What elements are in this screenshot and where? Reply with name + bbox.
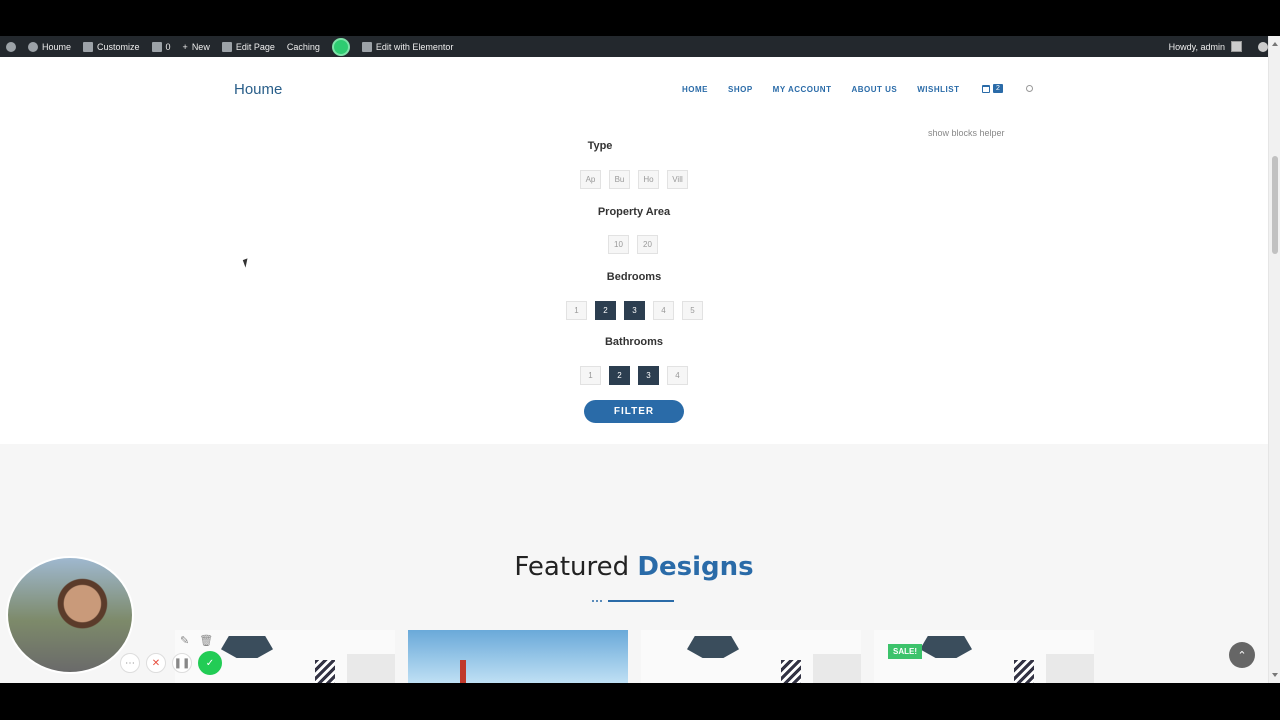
wordpress-logo-button[interactable]	[0, 36, 22, 57]
type-option[interactable]: Vill	[667, 170, 688, 189]
filter-button[interactable]: FILTER	[584, 400, 684, 423]
site-name-link[interactable]: Houme	[22, 36, 77, 57]
wp-admin-bar: Houme Customize 0 + New Edit Page Caching…	[0, 36, 1280, 57]
brush-icon	[83, 41, 94, 52]
browser-viewport: Houme Customize 0 + New Edit Page Caching…	[0, 36, 1280, 683]
caching-link[interactable]: Caching	[281, 36, 326, 57]
avatar[interactable]	[1231, 41, 1242, 52]
product-card[interactable]	[641, 630, 861, 683]
finish-recording-icon[interactable]: ✓	[198, 651, 222, 675]
bathroom-option-selected[interactable]: 2	[609, 366, 630, 385]
plugin-status-icon[interactable]	[331, 37, 350, 56]
elementor-icon	[361, 41, 372, 52]
bathroom-option[interactable]: 4	[667, 366, 688, 385]
scroll-down-arrow-icon[interactable]	[1272, 673, 1278, 677]
bathroom-option[interactable]: 1	[580, 366, 601, 385]
customize-link[interactable]: Customize	[77, 36, 146, 57]
area-options: 10 20	[608, 235, 658, 254]
edit-elementor-link[interactable]: Edit with Elementor	[356, 36, 460, 57]
wordpress-icon	[6, 41, 16, 52]
howdy-admin-link[interactable]: Howdy, admin	[1169, 42, 1225, 52]
featured-section: Featured Designs SALE!	[0, 444, 1268, 683]
nav-item-wishlist[interactable]: WISHLIST	[917, 85, 959, 94]
bedroom-options: 1 2 3 4 5	[566, 301, 703, 320]
product-card[interactable]: SALE!	[874, 630, 1094, 683]
recorder-tools: ✎ 🗑	[180, 634, 213, 647]
featured-title: Featured Designs	[0, 552, 1268, 582]
trash-icon[interactable]: 🗑	[199, 634, 213, 647]
comment-icon	[151, 41, 162, 52]
more-options-icon[interactable]: ⋯	[120, 653, 140, 673]
caching-label: Caching	[286, 41, 320, 52]
edit-elementor-label: Edit with Elementor	[375, 41, 454, 52]
bathroom-option-selected[interactable]: 3	[638, 366, 659, 385]
area-option[interactable]: 10	[608, 235, 629, 254]
edit-icon[interactable]: ✎	[180, 634, 189, 647]
type-title: Type	[587, 140, 613, 152]
search-icon[interactable]	[1258, 41, 1268, 52]
customize-label: Customize	[97, 41, 140, 52]
product-image	[920, 636, 972, 658]
cart-count-badge: 2	[993, 84, 1003, 93]
edit-page-label: Edit Page	[235, 41, 275, 52]
title-divider	[592, 600, 674, 602]
scroll-to-top-button[interactable]: ⌃	[1229, 642, 1255, 668]
header-search-icon[interactable]	[1026, 85, 1033, 92]
comments-link[interactable]: 0	[146, 36, 177, 57]
bedroom-option[interactable]: 5	[682, 301, 703, 320]
area-option[interactable]: 20	[637, 235, 658, 254]
property-area-title: Property Area	[597, 206, 671, 218]
product-image	[687, 636, 739, 658]
featured-title-accent: Designs	[637, 552, 754, 582]
nav-item-home[interactable]: HOME	[682, 85, 708, 94]
scroll-up-arrow-icon[interactable]	[1272, 42, 1278, 46]
product-card[interactable]	[408, 630, 628, 683]
cart-button[interactable]: 2	[982, 84, 1003, 93]
featured-title-plain: Featured	[514, 552, 630, 582]
cart-icon	[982, 84, 990, 93]
main-nav: HOME SHOP MY ACCOUNT ABOUT US WISHLIST	[682, 85, 959, 94]
type-option[interactable]: Ho	[638, 170, 659, 189]
double-chevron-up-icon: ⌃	[1237, 649, 1247, 662]
show-blocks-helper-link[interactable]: show blocks helper	[928, 128, 1005, 138]
product-image	[460, 660, 466, 683]
scrollbar-thumb[interactable]	[1272, 156, 1278, 254]
new-label: New	[191, 41, 210, 52]
type-option[interactable]: Bu	[609, 170, 630, 189]
bedrooms-title: Bedrooms	[606, 271, 662, 283]
nav-item-my-account[interactable]: MY ACCOUNT	[773, 85, 832, 94]
sale-badge: SALE!	[888, 644, 922, 659]
mouse-cursor-icon	[242, 258, 251, 268]
bedroom-option[interactable]: 4	[653, 301, 674, 320]
comments-count: 0	[165, 41, 171, 52]
edit-page-link[interactable]: Edit Page	[216, 36, 281, 57]
bedroom-option[interactable]: 1	[566, 301, 587, 320]
dashboard-icon	[28, 41, 38, 52]
bathroom-options: 1 2 3 4	[580, 366, 688, 385]
type-option[interactable]: Ap	[580, 170, 601, 189]
bathrooms-title: Bathrooms	[604, 336, 664, 348]
product-image	[221, 636, 273, 658]
type-options: Ap Bu Ho Vill	[580, 170, 688, 189]
new-content-link[interactable]: + New	[177, 36, 216, 57]
pencil-icon	[221, 41, 232, 52]
bedroom-option-selected[interactable]: 3	[624, 301, 645, 320]
site-logo[interactable]: Houme	[234, 81, 282, 98]
page-scrollbar[interactable]	[1268, 36, 1280, 683]
site-name-label: Houme	[42, 41, 72, 52]
pause-icon[interactable]: ❚❚	[172, 653, 192, 673]
plus-icon: +	[182, 41, 188, 52]
recorder-controls: ⋯ ✕ ❚❚ ✓	[120, 651, 222, 675]
nav-item-about-us[interactable]: ABOUT US	[851, 85, 897, 94]
webcam-overlay	[6, 556, 134, 674]
bedroom-option-selected[interactable]: 2	[595, 301, 616, 320]
nav-item-shop[interactable]: SHOP	[728, 85, 753, 94]
cancel-recording-icon[interactable]: ✕	[146, 653, 166, 673]
